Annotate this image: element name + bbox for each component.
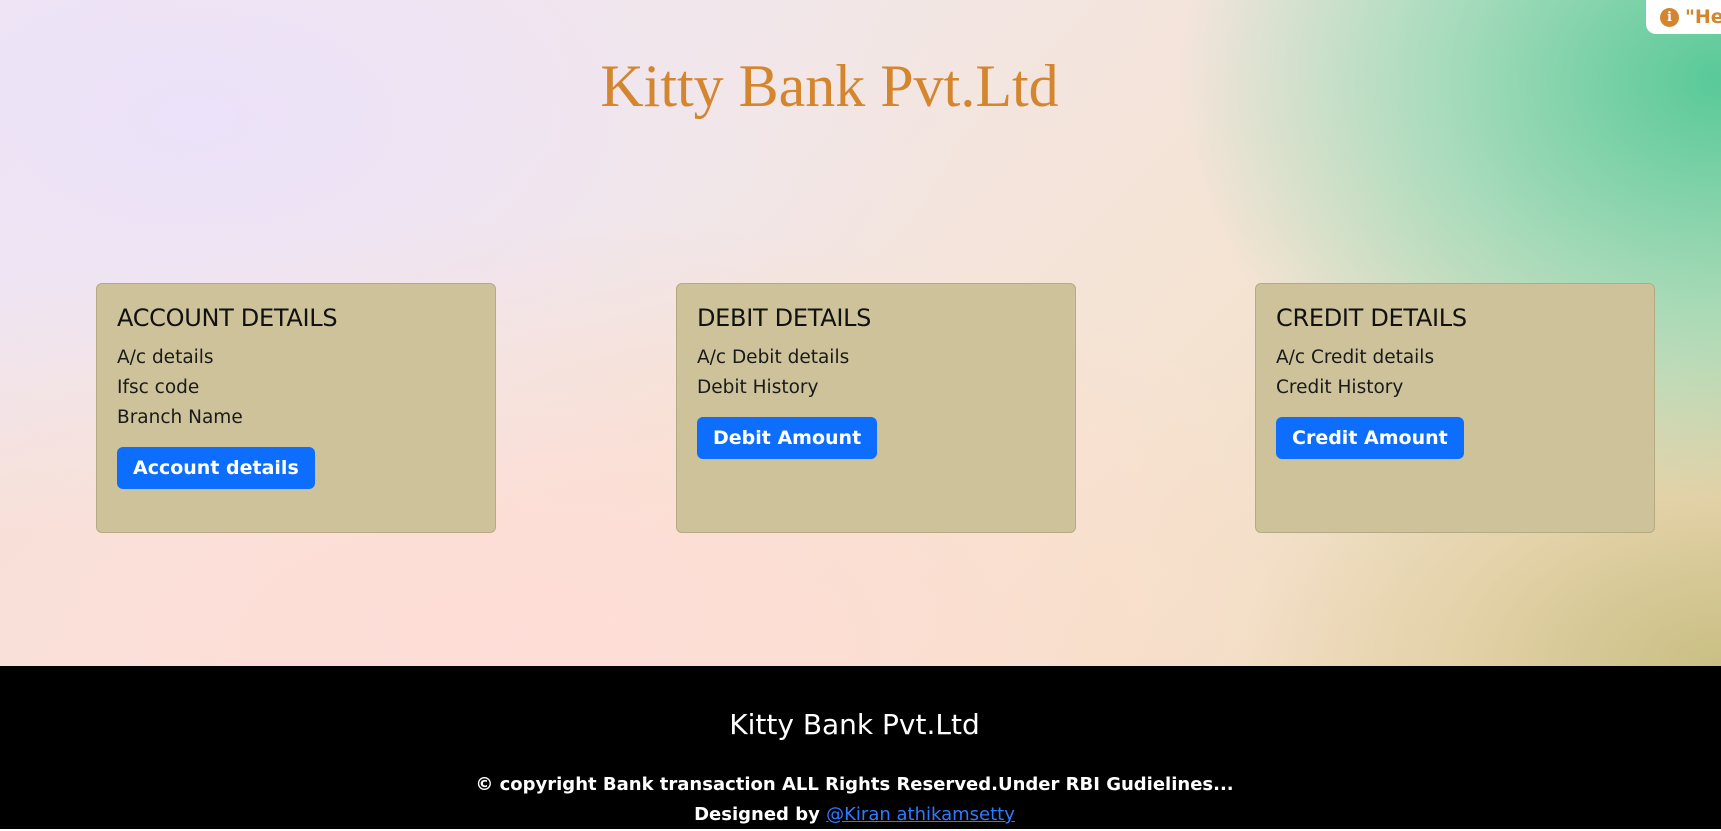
credit-amount-button[interactable]: Credit Amount <box>1276 417 1464 459</box>
debit-details-card: DEBIT DETAILS A/c Debit details Debit Hi… <box>676 283 1076 533</box>
designed-by-label: Designed by <box>694 804 820 825</box>
card-line-branch-name: Branch Name <box>117 407 243 428</box>
card-line-credit-details: A/c Credit details <box>1276 347 1435 368</box>
page-title: Kitty Bank Pvt.Ltd <box>600 53 1059 119</box>
footer-title: Kitty Bank Pvt.Ltd <box>729 708 980 741</box>
account-details-button[interactable]: Account details <box>117 447 315 489</box>
card-line-ac-details: A/c details <box>117 347 214 368</box>
card-line-credit-history: Credit History <box>1276 377 1404 398</box>
card-line-debit-history: Debit History <box>697 377 819 398</box>
debit-amount-button[interactable]: Debit Amount <box>697 417 878 459</box>
footer: Kitty Bank Pvt.Ltd © copyright Bank tran… <box>0 666 1721 831</box>
info-icon: i <box>1660 7 1679 27</box>
notification-toast[interactable]: i "He <box>1646 0 1721 34</box>
card-heading: DEBIT DETAILS <box>697 304 872 332</box>
designer-link[interactable]: @Kiran athikamsetty <box>826 804 1015 825</box>
footer-designed-by: Designed by @Kiran athikamsetty <box>0 804 1709 825</box>
hero-background: Kitty Bank Pvt.Ltd i "He ACCOUNT DETAILS… <box>0 0 1721 666</box>
footer-copyright: © copyright Bank transaction ALL Rights … <box>475 774 1234 795</box>
card-line-debit-details: A/c Debit details <box>697 347 850 368</box>
toast-text: "He <box>1685 6 1721 28</box>
card-heading: CREDIT DETAILS <box>1276 304 1467 332</box>
account-details-card: ACCOUNT DETAILS A/c details Ifsc code Br… <box>96 283 496 533</box>
card-heading: ACCOUNT DETAILS <box>117 304 338 332</box>
card-line-ifsc-code: Ifsc code <box>117 377 200 398</box>
credit-details-card: CREDIT DETAILS A/c Credit details Credit… <box>1255 283 1655 533</box>
